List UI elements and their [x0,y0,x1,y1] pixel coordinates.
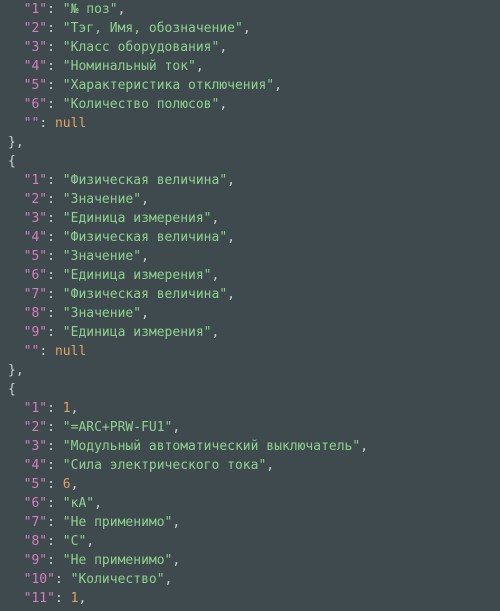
json-key: "4" [24,458,47,473]
json-string-value: "Не применимо" [63,553,173,568]
json-string-value: "=ARC+PRW-FU1" [63,420,173,435]
json-key: "10" [24,572,55,587]
json-key: "7" [24,515,47,530]
json-key: "5" [24,477,47,492]
json-string-value: "Значение" [63,192,141,207]
json-string-value: "Единица измерения" [63,211,212,226]
json-object-open: { [8,154,16,169]
json-string-value: "Единица измерения" [63,325,212,340]
json-key: "3" [24,439,47,454]
json-object-close: } [8,135,16,150]
json-null-value: null [55,116,86,131]
json-string-value: "Класс оборудования" [63,40,220,55]
json-string-value: "Физическая величина" [63,230,227,245]
json-key: "6" [24,268,47,283]
json-key: "2" [24,420,47,435]
json-code-view: "1": "№ поз", "2": "Тэг, Имя, обозначени… [0,0,500,611]
json-key: "3" [24,211,47,226]
json-string-value: "№ поз" [63,2,118,17]
json-key: "" [24,116,40,131]
json-string-value: "Количество полюсов" [63,97,220,112]
json-key: "5" [24,249,47,264]
json-string-value: "Модульный автоматический выключатель" [63,439,360,454]
json-key: "9" [24,553,47,568]
json-key: "6" [24,97,47,112]
json-key: "1" [24,2,47,17]
json-string-value: "Тэг, Имя, обозначение" [63,21,243,36]
json-object-open: { [8,382,16,397]
json-key: "2" [24,21,47,36]
json-string-value: "Не применимо" [63,515,173,530]
json-string-value: "C" [63,534,86,549]
json-number-value: 6 [63,477,71,492]
json-string-value: "Физическая величина" [63,173,227,188]
json-key: "4" [24,59,47,74]
json-number-value: 1 [63,401,71,416]
json-key: "7" [24,287,47,302]
json-key: "" [24,344,40,359]
json-string-value: "Характеристика отключения" [63,78,274,93]
json-key: "3" [24,40,47,55]
json-object-close: } [8,363,16,378]
json-string-value: "Физическая величина" [63,287,227,302]
json-key: "11" [24,591,55,606]
json-key: "2" [24,192,47,207]
json-key: "1" [24,173,47,188]
json-key: "1" [24,401,47,416]
json-string-value: "Значение" [63,249,141,264]
json-key: "8" [24,534,47,549]
json-string-value: "Сила электрического тока" [63,458,267,473]
json-key: "6" [24,496,47,511]
json-key: "9" [24,325,47,340]
json-null-value: null [55,344,86,359]
json-string-value: "Количество" [71,572,165,587]
json-key: "8" [24,306,47,321]
json-key: "5" [24,78,47,93]
json-key: "4" [24,230,47,245]
json-string-value: "Номинальный ток" [63,59,196,74]
json-string-value: "кА" [63,496,94,511]
json-string-value: "Значение" [63,306,141,321]
json-string-value: "Единица измерения" [63,268,212,283]
